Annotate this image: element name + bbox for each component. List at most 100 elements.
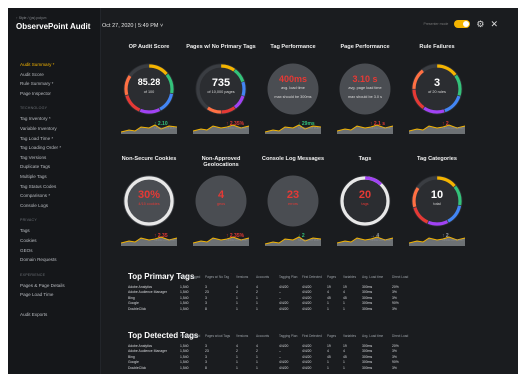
sidebar-item-tag-status-codes[interactable]: Tag Status Codes xyxy=(20,184,56,189)
table-cell: 1 xyxy=(343,301,345,306)
table-cell: 4/4/20 xyxy=(302,285,312,289)
close-icon[interactable]: ✕ xyxy=(490,20,498,29)
run-date: Oct 27, 2020 | 5:49 PM xyxy=(102,23,159,29)
table-row-name[interactable]: Adobe Analytics xyxy=(128,344,152,348)
table-header[interactable]: First Detected xyxy=(302,275,322,279)
table-header[interactable]: Accounts xyxy=(256,334,269,338)
table-header[interactable]: Accounts xyxy=(256,275,269,279)
table-header[interactable]: Direct Load xyxy=(392,334,408,338)
scorecard-tag-categories[interactable]: Tag Categories 10 total ↑ 2 SINCE LAST RUN xyxy=(402,156,472,256)
table-cell: 45 xyxy=(343,295,347,300)
scorecard-non-secure-cookies[interactable]: Non-Secure Cookies 30% 4/15 cookies ↑ 2.35 S… xyxy=(114,156,184,256)
sidebar-item-tag-inventory[interactable]: Tag Inventory * xyxy=(20,116,51,121)
table-row-name[interactable]: Bing xyxy=(128,355,135,359)
table-header[interactable]: Tagging Plan xyxy=(279,334,297,338)
table-row-name[interactable]: Bing xyxy=(128,296,135,300)
table-header[interactable]: Avg. Load time xyxy=(362,334,383,338)
scorecard-tags[interactable]: Tags 20 tags → 4 SINCE LAST RUN xyxy=(330,156,400,256)
trend-caption: SINCE LAST RUN xyxy=(370,239,392,242)
sidebar-item-console-logs[interactable]: Console Logs xyxy=(20,203,48,208)
scorecard-tag-performance[interactable]: Tag Performance 400ms avg. load time max s… xyxy=(258,44,328,144)
gauge-face xyxy=(123,63,175,115)
gauge-face xyxy=(267,175,319,227)
table-header[interactable]: Pages w/out Tags xyxy=(205,334,230,338)
table-header[interactable]: Variables xyxy=(343,275,356,279)
gauge-value: 20 xyxy=(358,189,372,201)
gauge-face xyxy=(339,175,391,227)
table-header[interactable]: First Detected xyxy=(302,334,322,338)
table-cell: 3% xyxy=(392,354,397,359)
table-cell: 4/4/20 xyxy=(302,349,312,354)
table-cell: 1 xyxy=(343,365,345,370)
table-header[interactable]: Versions xyxy=(236,334,248,338)
scorecard-rule-failures[interactable]: Rule Failures 3 of 20 rules ↑ 2 SINCE LAST R… xyxy=(402,44,472,144)
sidebar-item-variable-inventory[interactable]: Variable Inventory xyxy=(20,126,57,131)
table-row-name[interactable]: DoubleClick xyxy=(128,307,146,311)
table-row-name[interactable]: Adobe Analytics xyxy=(128,285,152,289)
table-row-name[interactable]: Adobe Audience Manager xyxy=(128,290,167,294)
table-header[interactable]: Pages Tagged xyxy=(180,334,200,338)
table-row-name[interactable]: Google xyxy=(128,301,139,305)
scorecard-pages-w-no-primary-tags[interactable]: Pages w/ No Primary Tags 735 of 10,000 pag… xyxy=(186,44,256,144)
sidebar-item-tag-versions[interactable]: Tag Versions xyxy=(20,155,46,160)
sidebar-item-page-load-time[interactable]: Page Load Time xyxy=(20,292,53,297)
sidebar-item-audit-exports[interactable]: Audit Exports xyxy=(20,312,47,317)
table-header[interactable]: Variables xyxy=(343,334,356,338)
table-cell: – xyxy=(279,354,281,359)
gauge-caption: of 100 xyxy=(143,90,155,94)
table-header[interactable]: Versions xyxy=(236,275,248,279)
table-header[interactable]: Avg. Load time xyxy=(362,275,383,279)
sidebar-item-duplicate-tags[interactable]: Duplicate Tags xyxy=(20,164,50,169)
scorecard-non-approved-geolocations[interactable]: Non-Approved Geolocations 4 geos ↑ 2.35% SIN… xyxy=(186,156,256,256)
table-cell: 3 xyxy=(205,344,207,348)
table-cell: 19 xyxy=(343,344,347,348)
gauge-caption: avg. page load time max should be 3.0 s xyxy=(348,86,382,99)
sidebar-item-pages-page-details[interactable]: Pages & Page Details xyxy=(20,283,65,288)
presenter-mode-toggle[interactable] xyxy=(454,20,471,28)
sidebar-section-experience: EXPERIENCE xyxy=(20,272,46,277)
table-header[interactable]: Direct Load xyxy=(392,275,408,279)
sidebar-item-rule-summary[interactable]: Rule Summary * xyxy=(20,81,53,86)
sidebar-item-tags[interactable]: Tags xyxy=(20,228,30,233)
sidebar-item-domain-requests[interactable]: Domain Requests xyxy=(20,257,57,262)
run-date-selector[interactable]: Oct 27, 2020 | 5:49 PM ˅ xyxy=(102,23,163,29)
table-header[interactable]: Pages w/ No Tag xyxy=(205,275,229,279)
sidebar-item-tag-load-time[interactable]: Tag Load Time * xyxy=(20,136,53,141)
sidebar-item-page-inspector[interactable]: Page Inspector xyxy=(20,91,51,96)
gear-icon[interactable]: ⚙ xyxy=(476,20,484,29)
sidebar-item-cookies[interactable]: Cookies xyxy=(20,238,37,243)
table-cell: 1 xyxy=(256,301,258,306)
table-header[interactable]: Pages xyxy=(327,334,336,338)
gauge-value: 30% xyxy=(137,189,161,201)
scorecard-title: Tag Categories xyxy=(417,156,457,162)
table-cell: 4 xyxy=(236,344,238,348)
gauge-value: 3 xyxy=(433,77,441,89)
sidebar-item-multiple-tags[interactable]: Multiple Tags xyxy=(20,174,47,179)
sidebar-item-audit-score[interactable]: Audit Score xyxy=(20,72,44,77)
gauge-value: 3.10 s xyxy=(352,74,378,84)
scorecard-console-log-messages[interactable]: Console Log Messages 23 errors ↓ 2 SINCE LAS… xyxy=(258,156,328,256)
table-row-name[interactable]: Google xyxy=(128,360,139,364)
table-cell: 300ms xyxy=(362,306,373,311)
sidebar-item-comparisons[interactable]: Comparisons * xyxy=(20,193,50,198)
breadcrumb[interactable]: ↑ Style / (ps) poly.m xyxy=(16,16,46,20)
gauge-chart xyxy=(123,175,175,227)
table-row-name[interactable]: Adobe Audience Manager xyxy=(128,349,167,353)
table-cell: 3 xyxy=(205,360,207,365)
table-cell: 4/4/20 xyxy=(279,360,289,365)
table-header[interactable]: Pages Tagged xyxy=(180,275,200,279)
table-cell: 1 xyxy=(327,306,329,311)
scorecard-op-audit-score[interactable]: OP Audit Score 85.28 of 100 ↑ 2.10 SINCE LAS… xyxy=(114,44,184,144)
sidebar-item-tag-loading-order[interactable]: Tag Loading Order * xyxy=(20,145,61,150)
table-header[interactable]: Pages xyxy=(327,275,336,279)
gauge-caption: avg. load time max should be 300ms xyxy=(274,86,312,99)
scorecard-page-performance[interactable]: Page Performance 3.10 s avg. page load tim… xyxy=(330,44,400,144)
table-cell: 23 xyxy=(205,349,209,354)
sidebar-item-geos[interactable]: GEOs xyxy=(20,248,33,253)
table-row-name[interactable]: DoubleClick xyxy=(128,366,146,370)
table-cell: 300ms xyxy=(362,301,373,306)
scorecard-title: Non-Secure Cookies xyxy=(121,156,177,162)
sidebar-item-audit-summary[interactable]: Audit Summary * xyxy=(20,62,54,67)
gauge-value: 85.28 xyxy=(137,77,161,87)
table-header[interactable]: Tagging Plan xyxy=(279,275,297,279)
